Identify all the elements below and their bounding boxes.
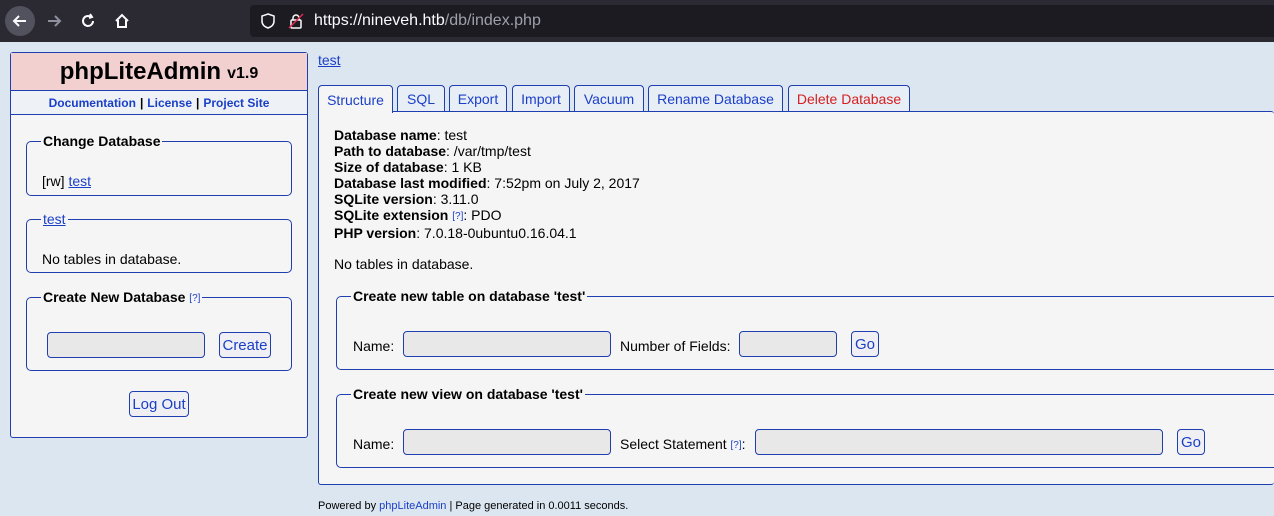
create-table-legend: Create new table on database 'test' [353,288,586,304]
info-label: Size of database [334,159,444,175]
current-database-legend: test [41,211,68,227]
info-label: SQLite version [334,191,433,207]
tab-vacuum[interactable]: Vacuum [574,85,644,112]
select-statement-label-text: Select Statement [620,436,727,452]
app-version: v1.9 [227,65,259,82]
info-value: : 7:52pm on July 2, 2017 [486,175,640,191]
info-php-version: PHP version: 7.0.18-0ubuntu0.16.04.1 [334,225,640,241]
create-database-legend: Create New Database [?] [41,289,202,305]
logo-header: phpLiteAdmin v1.9 [11,53,307,91]
info-path: Path to database: /var/tmp/test [334,143,640,159]
create-table-box: Create new table on database 'test' Name… [336,288,1274,370]
lock-icon[interactable] [288,13,304,29]
url-host: https://nineveh.htb [314,12,445,29]
info-label: Database name [334,127,437,143]
info-label: SQLite extension [334,207,449,223]
number-of-fields-input[interactable] [739,331,837,357]
tab-rename-database[interactable]: Rename Database [648,85,783,112]
tab-export[interactable]: Export [449,85,507,112]
view-name-label: Name: [353,436,395,452]
footer-phpliteadmin-link[interactable]: phpLiteAdmin [379,500,446,512]
url-path: /db/index.php [444,12,541,29]
reload-icon[interactable] [73,6,103,36]
select-statement-input[interactable] [755,429,1163,455]
select-statement-label: Select Statement [?]: [620,436,746,452]
footer-suffix: | Page generated in 0.0011 seconds. [446,500,629,512]
footer: Powered by phpLiteAdmin | Page generated… [318,500,628,512]
database-entry: [rw] test [42,173,91,189]
change-database-box: Change Database [rw] test [26,133,292,196]
structure-panel: Database name: test Path to database: /v… [318,111,1274,485]
view-name-input[interactable] [403,429,611,455]
footer-prefix: Powered by [318,500,380,512]
tab-structure[interactable]: Structure [318,85,393,113]
shield-icon[interactable] [260,13,276,29]
info-label: Path to database [334,143,447,159]
tab-sql[interactable]: SQL [397,85,445,112]
create-database-legend-text: Create New Database [43,289,186,305]
info-database-name: Database name: test [334,127,640,143]
tab-delete-database[interactable]: Delete Database [788,85,910,112]
new-database-input[interactable] [47,332,205,358]
back-arrow-icon[interactable] [5,6,35,36]
no-tables-message: No tables in database. [334,256,474,272]
select-statement-colon: : [741,436,746,452]
select-statement-help-link[interactable]: [?] [731,440,742,451]
sidebar-links: Documentation | License | Project Site [11,91,307,115]
info-value: : test [436,127,468,143]
change-database-legend: Change Database [43,133,161,149]
info-sqlite-version: SQLite version: 3.11.0 [334,191,640,207]
logout-button[interactable]: Log Out [129,391,189,417]
url-text: https://nineveh.htb/db/index.php [314,12,541,30]
database-title-link[interactable]: test [318,52,341,68]
info-value: : PDO [463,207,502,223]
current-database-box: test No tables in database. [26,211,292,273]
info-value: : /var/tmp/test [446,143,531,159]
info-label: PHP version [334,225,417,241]
create-table-go-button[interactable]: Go [851,331,879,357]
forward-arrow-icon[interactable] [39,6,69,36]
info-size: Size of database: 1 KB [334,159,640,175]
info-sqlite-extension: SQLite extension [?]: PDO [334,207,640,225]
create-database-box: Create New Database [?] Create [26,289,292,371]
create-button[interactable]: Create [219,332,271,358]
info-value: : 1 KB [443,159,482,175]
create-view-go-button[interactable]: Go [1177,429,1205,455]
info-value: : 7.0.18-0ubuntu0.16.04.1 [416,225,577,241]
database-info: Database name: test Path to database: /v… [334,127,640,241]
info-modified: Database last modified: 7:52pm on July 2… [334,175,640,191]
info-value: : 3.11.0 [432,191,479,207]
home-icon[interactable] [107,6,137,36]
database-link-test[interactable]: test [68,173,91,189]
documentation-link[interactable]: Documentation [49,96,136,110]
separator: | [139,95,144,110]
project-site-link[interactable]: Project Site [203,96,269,110]
create-database-help-link[interactable]: [?] [189,293,200,304]
browser-toolbar: https://nineveh.htb/db/index.php [0,0,1274,42]
license-link[interactable]: License [147,96,192,110]
separator: | [196,95,200,110]
database-mode: [rw] [42,173,65,189]
create-view-box: Create new view on database 'test' Name:… [336,386,1274,468]
info-label: Database last modified [334,175,487,191]
current-database-link[interactable]: test [43,211,66,227]
number-of-fields-label: Number of Fields: [620,338,731,354]
tab-import[interactable]: Import [512,85,570,112]
sidebar: phpLiteAdmin v1.9 Documentation | Licens… [10,52,308,438]
no-tables-message: No tables in database. [42,251,182,267]
table-name-label: Name: [353,338,395,354]
create-view-legend: Create new view on database 'test' [353,386,583,402]
address-bar[interactable]: https://nineveh.htb/db/index.php [250,5,1274,37]
table-name-input[interactable] [403,331,611,357]
sqlite-extension-help-link[interactable]: [?] [452,211,463,222]
app-name: phpLiteAdmin [59,57,222,85]
